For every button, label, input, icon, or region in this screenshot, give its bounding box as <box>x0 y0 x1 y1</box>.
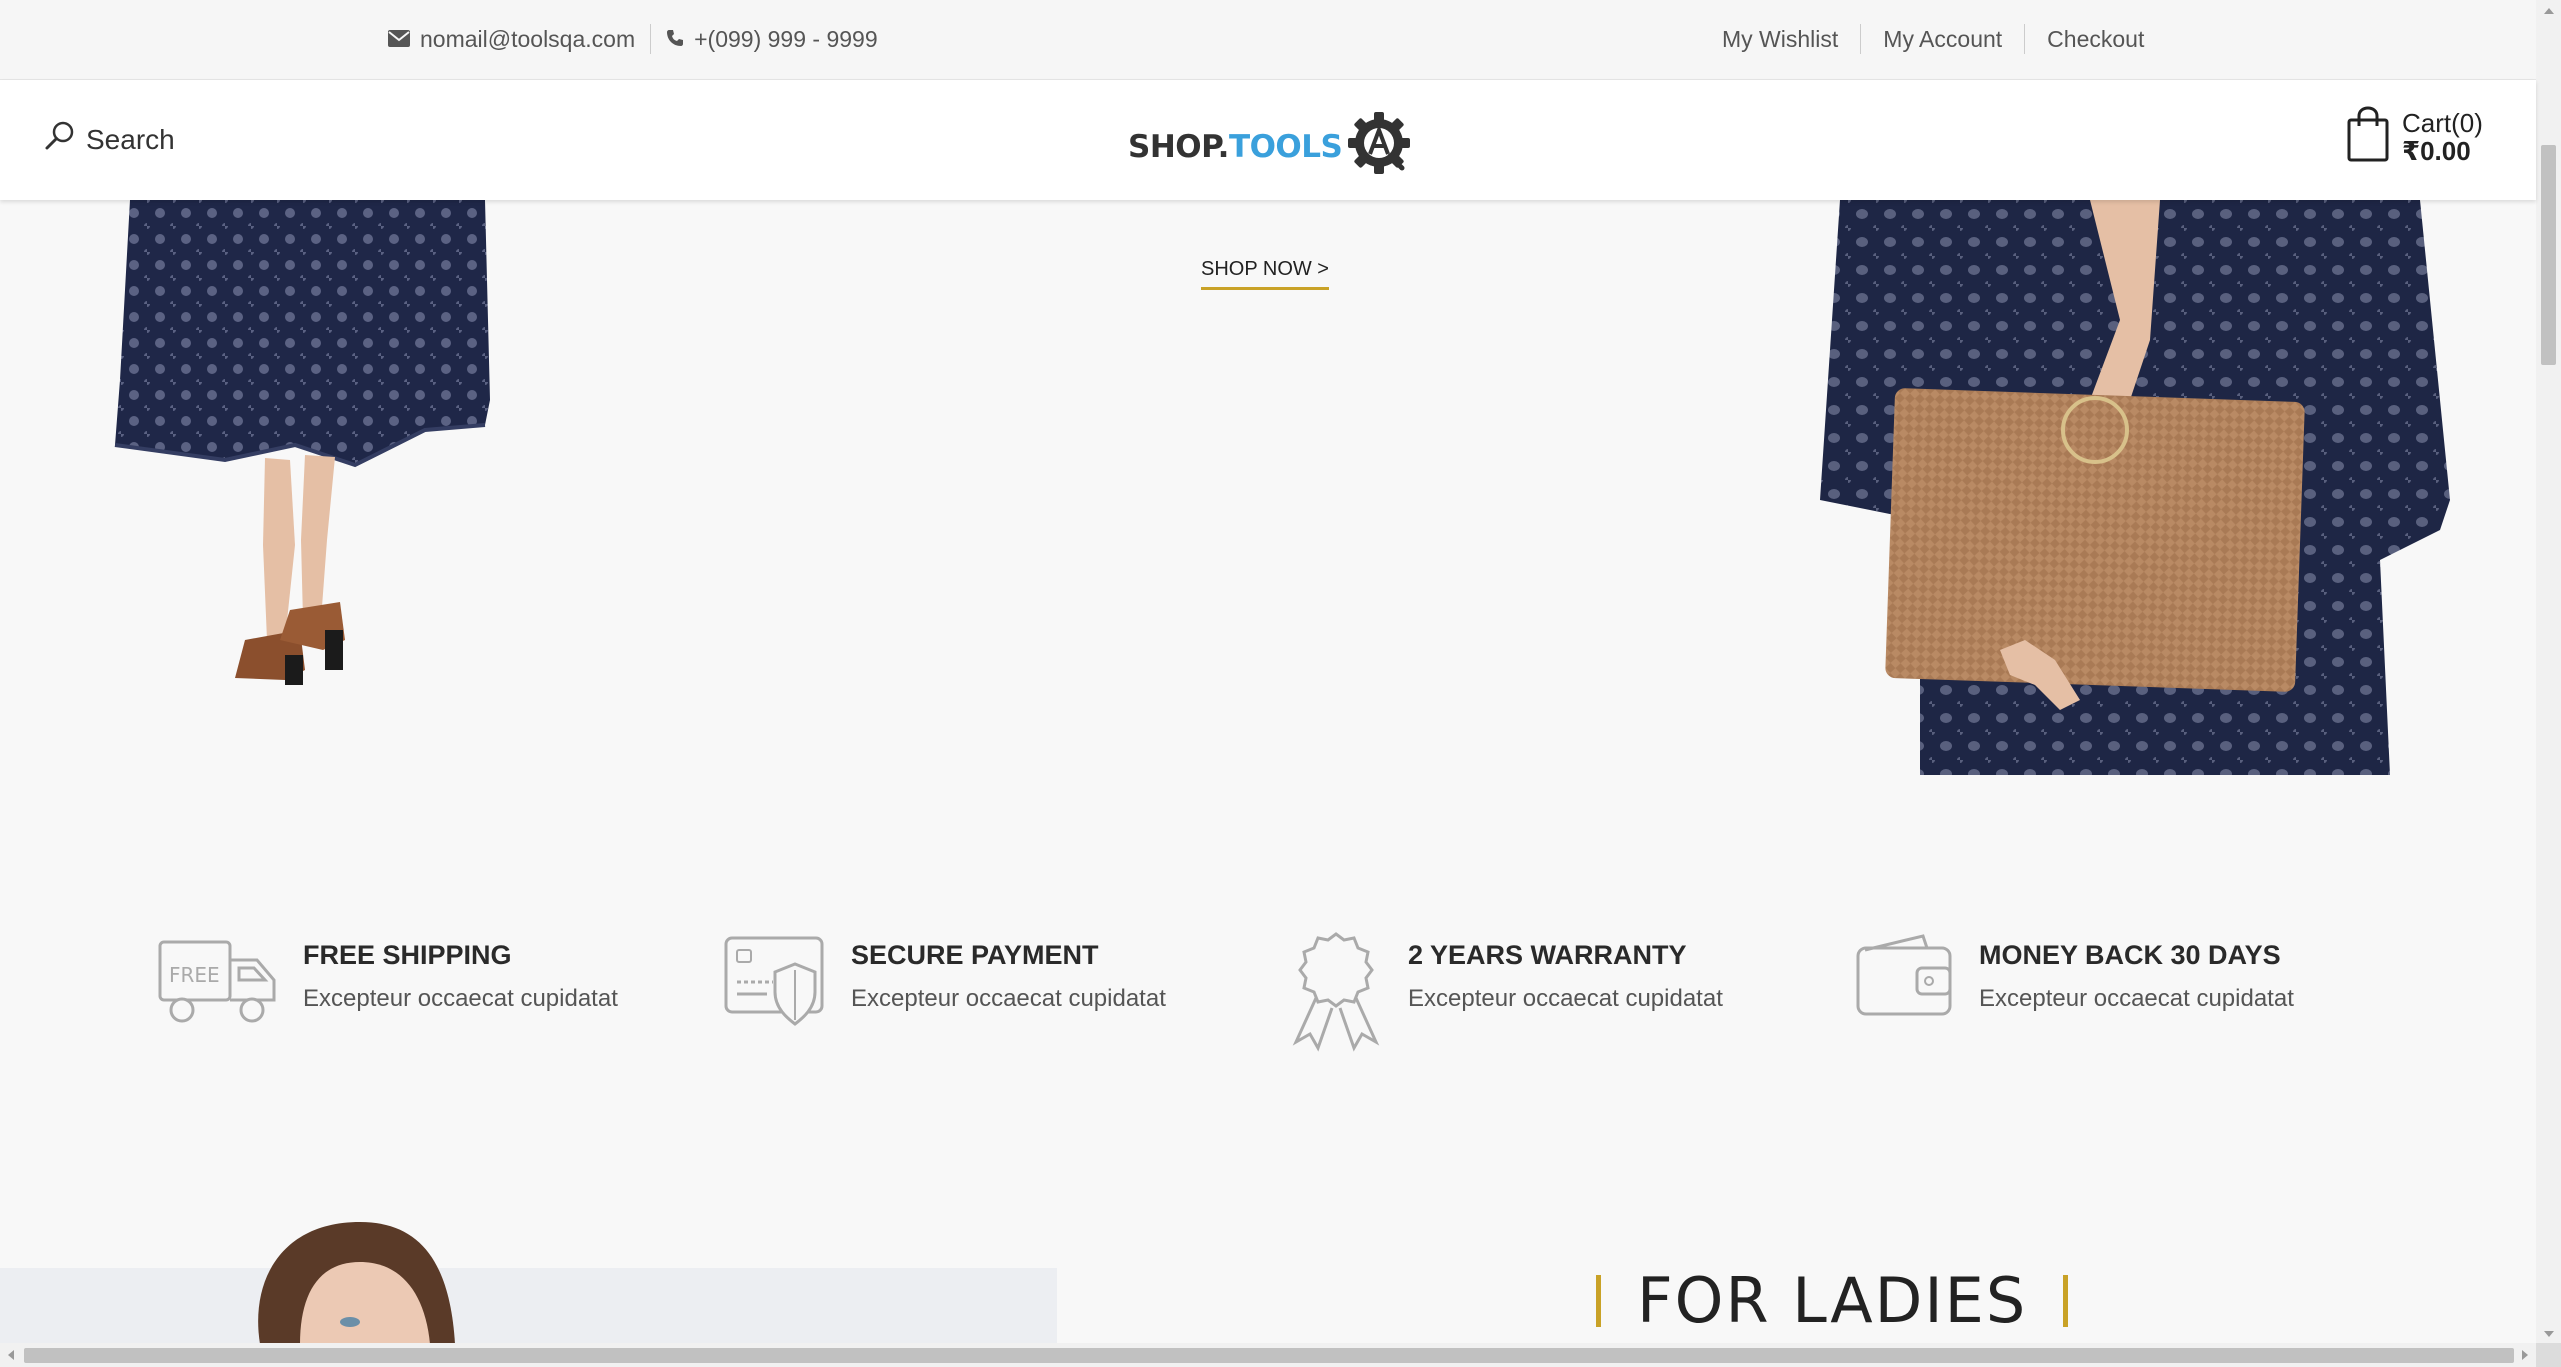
heading-accent-bar <box>1596 1275 1601 1327</box>
section-heading: FOR LADIES <box>1596 1264 2069 1337</box>
free-shipping-truck-icon: FREE <box>157 930 279 1035</box>
scroll-left-arrow-icon[interactable] <box>8 1350 14 1360</box>
search-label: Search <box>86 123 175 155</box>
search-button[interactable]: Search <box>44 120 175 159</box>
top-bar: nomail@toolsqa.com +(099) 999 - 9999 My … <box>0 0 2536 80</box>
shopping-bag-icon <box>2346 106 2390 167</box>
feature-title: FREE SHIPPING <box>303 940 512 970</box>
email-contact[interactable]: nomail@toolsqa.com <box>388 26 635 53</box>
my-account-link[interactable]: My Account <box>1883 26 2002 53</box>
phone-icon <box>666 26 684 53</box>
vertical-scroll-thumb[interactable] <box>2541 145 2556 365</box>
feature-title: 2 YEARS WARRANTY <box>1408 940 1687 970</box>
hero-model-right-image <box>1820 200 2460 780</box>
feature-description: Excepteur occaecat cupidatat <box>303 985 618 1012</box>
horizontal-scroll-thumb[interactable] <box>24 1348 2514 1363</box>
shop-now-link[interactable]: SHOP NOW > <box>1201 258 1329 290</box>
scroll-down-arrow-icon[interactable] <box>2544 1331 2554 1337</box>
cart-button[interactable]: Cart(0) ₹0.00 <box>2346 106 2483 167</box>
features-row: FREE FREE SHIPPING Excepteur occaecat cu… <box>0 930 2536 1070</box>
feature-description: Excepteur occaecat cupidatat <box>851 985 1166 1012</box>
truck-icon-text: FREE <box>169 963 220 987</box>
cart-count: Cart(0) <box>2402 107 2483 138</box>
feature-description: Excepteur occaecat cupidatat <box>1979 985 2294 1012</box>
horizontal-scrollbar[interactable] <box>0 1343 2536 1367</box>
account-links: My Wishlist My Account Checkout <box>1722 24 2144 54</box>
feature-free-shipping: FREE FREE SHIPPING Excepteur occaecat cu… <box>157 930 618 1035</box>
phone-text: +(099) 999 - 9999 <box>694 25 878 52</box>
feature-description: Excepteur occaecat cupidatat <box>1408 985 1723 1012</box>
hero-banner: SHOP NOW > <box>0 194 2536 800</box>
logo-text-tools: TOOLS <box>1228 129 1343 165</box>
email-text: nomail@toolsqa.com <box>420 25 636 52</box>
gear-logo-icon <box>1342 110 1412 184</box>
cart-summary: Cart(0) ₹0.00 <box>2402 109 2483 165</box>
divider <box>1860 24 1862 54</box>
divider <box>650 24 652 54</box>
logo-text-shop: SHOP. <box>1128 129 1229 165</box>
feature-warranty: 2 YEARS WARRANTY Excepteur occaecat cupi… <box>1288 930 1723 1057</box>
cart-total: ₹0.00 <box>2402 135 2471 166</box>
contact-info: nomail@toolsqa.com +(099) 999 - 9999 <box>388 24 878 54</box>
feature-secure-payment: SECURE PAYMENT Excepteur occaecat cupida… <box>723 930 1166 1035</box>
site-logo[interactable]: SHOP. TOOLS <box>1128 110 1412 184</box>
scroll-right-arrow-icon[interactable] <box>2522 1350 2528 1360</box>
section-title: FOR LADIES <box>1637 1264 2028 1337</box>
scroll-up-arrow-icon[interactable] <box>2544 8 2554 14</box>
feature-title: SECURE PAYMENT <box>851 940 1099 970</box>
secure-payment-card-icon <box>723 930 827 1035</box>
phone-contact[interactable]: +(099) 999 - 9999 <box>666 26 878 53</box>
feature-title: MONEY BACK 30 DAYS <box>1979 940 2281 970</box>
wallet-icon <box>1855 930 1955 1025</box>
envelope-icon <box>388 26 410 53</box>
search-icon <box>44 120 86 159</box>
warranty-ribbon-icon <box>1288 930 1384 1057</box>
category-image-panel <box>0 1268 1057 1348</box>
ladies-model-image <box>240 1222 480 1349</box>
hero-model-left-image <box>95 194 515 745</box>
feature-money-back: MONEY BACK 30 DAYS Excepteur occaecat cu… <box>1855 930 2294 1025</box>
wishlist-link[interactable]: My Wishlist <box>1722 26 1838 53</box>
scrollbar-corner <box>2536 1343 2561 1367</box>
vertical-scrollbar[interactable] <box>2536 0 2561 1367</box>
checkout-link[interactable]: Checkout <box>2047 26 2144 53</box>
site-header: Search SHOP. TOOLS Cart(0) ₹0.00 <box>0 80 2536 200</box>
divider <box>2024 24 2026 54</box>
heading-accent-bar <box>2063 1275 2069 1327</box>
